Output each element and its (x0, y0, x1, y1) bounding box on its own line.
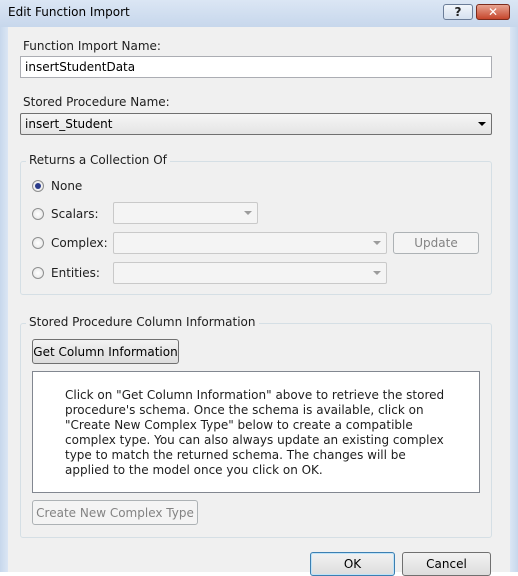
chevron-down-icon (478, 122, 486, 126)
entities-select[interactable] (113, 262, 387, 284)
chevron-down-icon (373, 241, 381, 245)
radio-selected-dot (35, 183, 41, 189)
window-frame-right (510, 27, 518, 572)
help-icon: ? (454, 5, 462, 19)
create-new-complex-type-button[interactable]: Create New Complex Type (32, 500, 198, 525)
function-import-name-label: Function Import Name: (23, 39, 161, 53)
close-icon: ✕ (487, 5, 499, 19)
window-frame-left (0, 27, 8, 572)
stored-procedure-name-label: Stored Procedure Name: (23, 95, 170, 109)
radio-entities[interactable] (32, 267, 44, 279)
radio-scalars-label[interactable]: Scalars: (51, 207, 98, 221)
window-title: Edit Function Import (8, 5, 130, 19)
chevron-down-icon (373, 271, 381, 275)
radio-none-label[interactable]: None (51, 179, 82, 193)
update-button[interactable]: Update (393, 232, 479, 254)
get-column-information-button[interactable]: Get Column Information (32, 339, 179, 364)
close-button[interactable]: ✕ (476, 4, 510, 20)
function-import-name-input[interactable]: insertStudentData (20, 56, 492, 78)
radio-complex-label[interactable]: Complex: (51, 236, 108, 250)
scalars-select[interactable] (113, 202, 258, 224)
chevron-down-icon (244, 211, 252, 215)
ok-button[interactable]: OK (310, 552, 395, 576)
help-button[interactable]: ? (443, 4, 473, 20)
radio-none[interactable] (32, 180, 44, 192)
cancel-button[interactable]: Cancel (402, 552, 491, 576)
radio-complex[interactable] (32, 237, 44, 249)
radio-entities-label[interactable]: Entities: (51, 266, 100, 280)
stored-procedure-value: insert_Student (25, 117, 113, 131)
stored-procedure-select[interactable]: insert_Student (20, 113, 492, 135)
title-bar[interactable]: Edit Function Import ? ✕ (0, 0, 518, 28)
complex-select[interactable] (113, 232, 387, 254)
radio-scalars[interactable] (32, 208, 44, 220)
column-information-legend: Stored Procedure Column Information (26, 315, 259, 329)
column-information-description: Click on "Get Column Information" above … (32, 371, 480, 493)
returns-collection-legend: Returns a Collection Of (26, 153, 170, 167)
